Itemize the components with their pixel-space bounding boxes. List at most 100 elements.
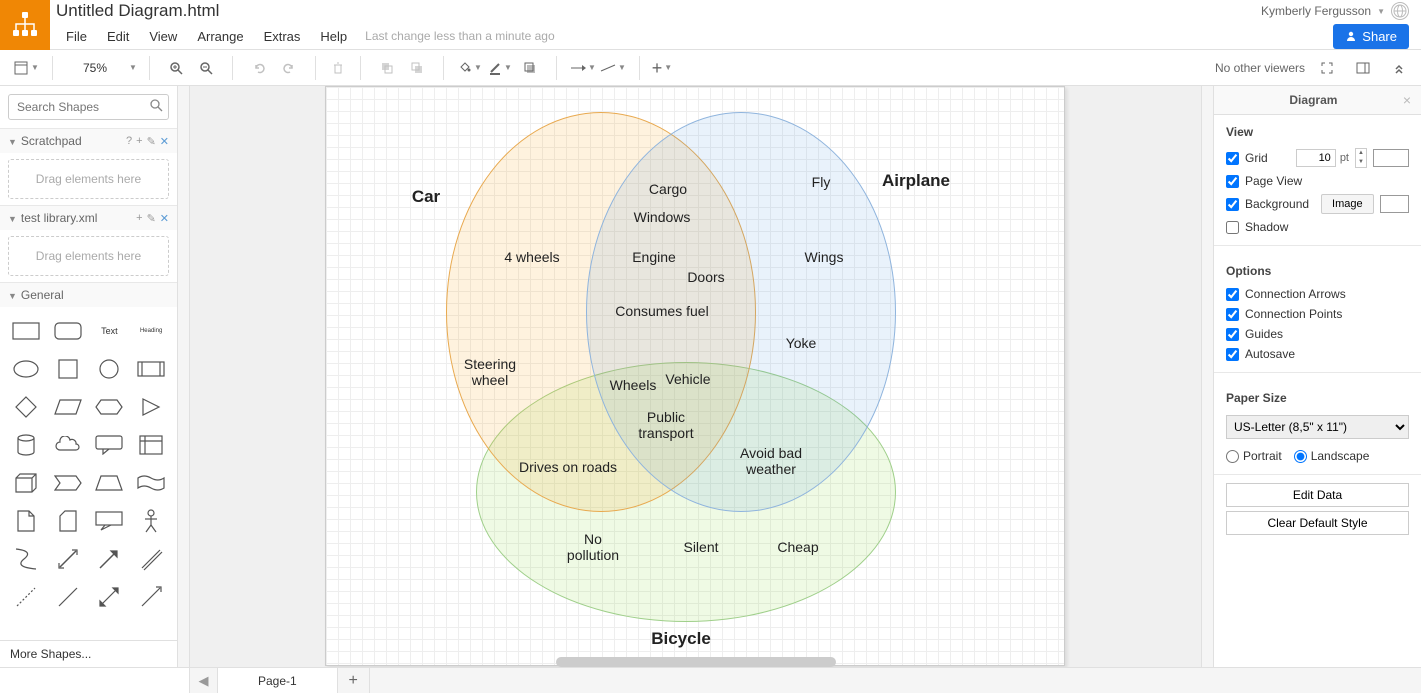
menu-edit[interactable]: Edit	[97, 25, 139, 48]
shape-cube[interactable]	[8, 467, 44, 499]
add-icon[interactable]: +	[136, 212, 142, 225]
share-button[interactable]: Share	[1333, 24, 1409, 49]
edit-icon[interactable]: ✎	[147, 135, 156, 148]
pageview-checkbox[interactable]	[1226, 175, 1239, 188]
venn-item[interactable]: Yoke	[786, 335, 817, 351]
grid-stepper[interactable]: ▲▼	[1355, 148, 1367, 168]
edit-icon[interactable]: ✎	[147, 212, 156, 225]
conn-arrows-checkbox[interactable]	[1226, 288, 1239, 301]
insert-button[interactable]: +▼	[648, 54, 676, 82]
close-icon[interactable]: ✕	[160, 135, 169, 148]
background-checkbox[interactable]	[1226, 198, 1239, 211]
shape-text[interactable]: Text	[92, 315, 128, 347]
add-page-button[interactable]: +	[338, 668, 370, 693]
shadow-checkbox[interactable]	[1226, 221, 1239, 234]
shape-actor[interactable]	[133, 505, 169, 537]
venn-item[interactable]: Vehicle	[665, 371, 710, 387]
to-front-button[interactable]	[373, 54, 401, 82]
testlib-header[interactable]: ▼test library.xml +✎✕	[0, 206, 177, 230]
conn-points-checkbox[interactable]	[1226, 308, 1239, 321]
shape-dir-line[interactable]	[133, 581, 169, 613]
search-input[interactable]	[8, 94, 169, 120]
venn-item[interactable]: Windows	[634, 209, 691, 225]
venn-item[interactable]: Consumes fuel	[615, 303, 708, 319]
add-icon[interactable]: +	[136, 135, 142, 148]
zoom-in-button[interactable]	[162, 54, 190, 82]
venn-item[interactable]: Drives on roads	[519, 459, 617, 475]
venn-item[interactable]: 4 wheels	[504, 249, 559, 265]
landscape-radio[interactable]	[1294, 450, 1307, 463]
document-title[interactable]: Untitled Diagram.html	[56, 1, 219, 21]
shape-heading[interactable]: Heading	[133, 315, 169, 347]
shadow-button[interactable]	[516, 54, 544, 82]
horizontal-scrollbar[interactable]	[556, 657, 836, 667]
redo-button[interactable]	[275, 54, 303, 82]
venn-item[interactable]: Doors	[687, 269, 724, 285]
globe-icon[interactable]	[1391, 2, 1409, 20]
shape-cylinder[interactable]	[8, 429, 44, 461]
shape-curve[interactable]	[8, 543, 44, 575]
shape-link[interactable]	[133, 543, 169, 575]
shape-arrow-bi[interactable]	[50, 543, 86, 575]
venn-item[interactable]: Cargo	[649, 181, 687, 197]
shape-parallelogram[interactable]	[50, 391, 86, 423]
autosave-checkbox[interactable]	[1226, 348, 1239, 361]
venn-item[interactable]: Avoid bad weather	[731, 445, 811, 477]
shape-callout2[interactable]	[92, 505, 128, 537]
scratchpad-dropzone[interactable]: Drag elements here	[8, 159, 169, 199]
menu-file[interactable]: File	[56, 25, 97, 48]
left-scrollbar[interactable]	[178, 86, 190, 667]
shape-rounded-rect[interactable]	[50, 315, 86, 347]
menu-arrange[interactable]: Arrange	[187, 25, 253, 48]
help-icon[interactable]: ?	[126, 135, 132, 148]
general-header[interactable]: ▼General	[0, 283, 177, 307]
venn-item[interactable]: Cheap	[777, 539, 818, 555]
zoom-out-button[interactable]	[192, 54, 220, 82]
venn-item[interactable]: Wings	[805, 249, 844, 265]
shape-tape[interactable]	[133, 467, 169, 499]
close-icon[interactable]: ✕	[160, 212, 169, 225]
clear-style-button[interactable]: Clear Default Style	[1226, 511, 1409, 535]
more-shapes-button[interactable]: More Shapes...	[0, 640, 177, 667]
shape-line[interactable]	[50, 581, 86, 613]
page-tab-1[interactable]: Page-1	[218, 668, 338, 693]
zoom-level[interactable]: 75%	[65, 61, 125, 75]
right-scrollbar[interactable]	[1201, 86, 1213, 667]
portrait-radio[interactable]	[1226, 450, 1239, 463]
venn-item[interactable]: Engine	[632, 249, 676, 265]
menu-view[interactable]: View	[139, 25, 187, 48]
venn-title-bicycle[interactable]: Bicycle	[651, 629, 711, 649]
tab-scroll-left[interactable]: ◀	[190, 668, 218, 693]
waypoint-button[interactable]: ▼	[599, 54, 627, 82]
delete-button[interactable]	[324, 54, 352, 82]
shape-diamond[interactable]	[8, 391, 44, 423]
venn-item[interactable]: Steering wheel	[455, 356, 525, 388]
grid-size-input[interactable]	[1296, 149, 1336, 167]
shape-square[interactable]	[50, 353, 86, 385]
venn-item[interactable]: Silent	[683, 539, 718, 555]
venn-item[interactable]: Public transport	[626, 409, 706, 441]
guides-checkbox[interactable]	[1226, 328, 1239, 341]
edit-data-button[interactable]: Edit Data	[1226, 483, 1409, 507]
venn-item[interactable]: Fly	[812, 174, 831, 190]
menu-help[interactable]: Help	[310, 25, 357, 48]
shape-ellipse[interactable]	[8, 353, 44, 385]
collapse-icon[interactable]	[1385, 54, 1413, 82]
scratchpad-header[interactable]: ▼Scratchpad ?+✎✕	[0, 129, 177, 153]
canvas[interactable]: Car Airplane Bicycle 4 wheels Steering w…	[190, 86, 1201, 667]
page-view-button[interactable]: ▼	[12, 54, 40, 82]
shape-hexagon[interactable]	[92, 391, 128, 423]
user-name[interactable]: Kymberly Fergusson	[1261, 4, 1371, 18]
connection-button[interactable]: ▼	[569, 54, 597, 82]
menu-extras[interactable]: Extras	[254, 25, 311, 48]
undo-button[interactable]	[245, 54, 273, 82]
image-button[interactable]: Image	[1321, 194, 1374, 214]
fill-color-button[interactable]: ▼	[456, 54, 484, 82]
close-icon[interactable]: ×	[1403, 92, 1411, 108]
shape-step[interactable]	[50, 467, 86, 499]
fullscreen-icon[interactable]	[1313, 54, 1341, 82]
format-panel-icon[interactable]	[1349, 54, 1377, 82]
shape-cloud[interactable]	[50, 429, 86, 461]
venn-item[interactable]: Wheels	[610, 377, 657, 393]
app-logo[interactable]	[0, 0, 50, 50]
